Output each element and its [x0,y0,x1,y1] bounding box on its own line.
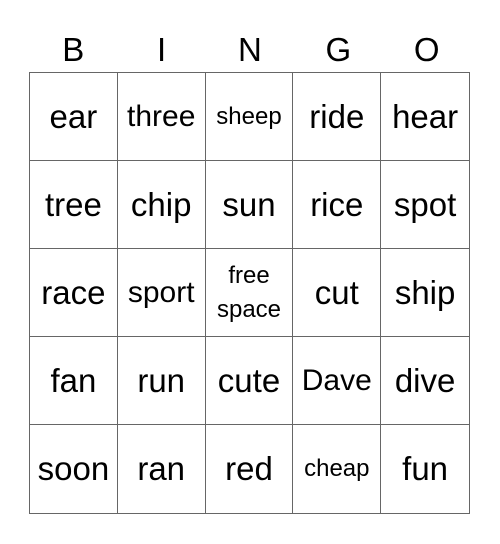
bingo-cell[interactable]: red [206,425,294,513]
bingo-cell[interactable]: tree [30,161,118,249]
free-space-cell[interactable]: free space [205,249,294,337]
bingo-cell[interactable]: cute [205,337,294,425]
bingo-cell[interactable]: Dave [293,337,382,425]
bingo-cell[interactable]: hear [381,73,469,161]
bingo-cell[interactable]: spot [381,161,469,249]
bingo-cell[interactable]: ship [381,249,469,337]
bingo-cell[interactable]: fun [381,425,469,513]
bingo-cell[interactable]: sun [205,161,294,249]
header-letter-b: B [62,31,85,68]
bingo-cell[interactable]: ear [30,73,118,161]
bingo-cell[interactable]: rice [293,161,382,249]
bingo-cell[interactable]: race [30,249,118,337]
header-letter-n: N [238,31,262,68]
bingo-cell[interactable]: fan [30,337,118,425]
header-letter-g: G [325,31,352,68]
bingo-cell[interactable]: cut [293,249,382,337]
bingo-cell[interactable]: ride [293,73,382,161]
bingo-cell[interactable]: dive [381,337,469,425]
bingo-cell[interactable]: cheap [293,425,382,513]
header-letter-o: O [413,31,440,68]
bingo-header: B I N G O [29,28,471,72]
bingo-cell[interactable]: run [117,337,206,425]
bingo-cell[interactable]: ran [118,425,206,513]
bingo-cell[interactable]: soon [30,425,118,513]
bingo-cell[interactable]: chip [117,161,206,249]
bingo-cell[interactable]: sheep [205,73,294,161]
bingo-cell[interactable]: sport [117,249,206,337]
bingo-card-grid: ear three sheep ride hear tree chip sun rice spot… [29,72,470,514]
bingo-cell[interactable]: three [117,73,206,161]
header-letter-i: I [157,31,167,68]
